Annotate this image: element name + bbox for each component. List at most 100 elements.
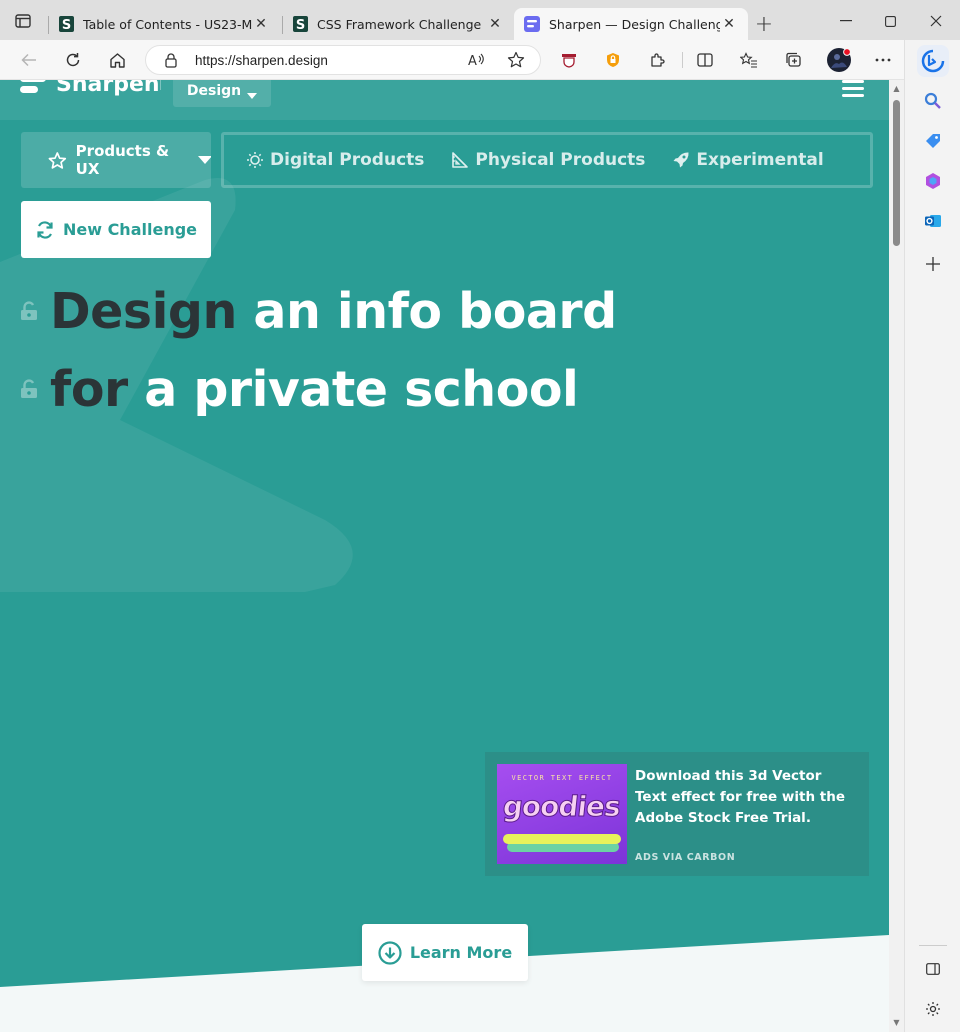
- tab-bar: S Table of Contents - US23-MI-34 ✕ S CSS…: [0, 0, 960, 40]
- tab-css-framework-challenge[interactable]: S CSS Framework Challenge ✕: [282, 8, 514, 40]
- minimize-button[interactable]: [823, 8, 869, 34]
- bing-chat-button[interactable]: [917, 45, 949, 77]
- msu-s-icon: S: [292, 16, 308, 32]
- extensions-button[interactable]: [642, 46, 672, 74]
- puzzle-icon: [651, 53, 665, 67]
- tab-title: Table of Contents - US23-MI-34: [83, 16, 252, 32]
- settings-more-button[interactable]: [868, 46, 898, 74]
- rocket-icon: [673, 152, 689, 168]
- design-dropdown-label: Design: [186, 83, 242, 99]
- favorites-button[interactable]: [734, 46, 764, 74]
- page-scrollbar[interactable]: ▲ ▼: [889, 80, 904, 1032]
- headline-line-2: for a private school: [20, 350, 617, 428]
- tab-separator: [48, 16, 49, 34]
- url-text: https://sharpen.design: [195, 53, 328, 68]
- headline-line-1: Design an info board: [20, 272, 617, 350]
- category-experimental[interactable]: Experimental: [672, 150, 824, 170]
- challenge-headline: Design an info board for a private schoo…: [20, 272, 617, 428]
- learn-more-label: Learn More: [409, 943, 513, 962]
- shopping-tag-icon: [926, 134, 940, 148]
- category-products-ux-dropdown[interactable]: Products & UX: [21, 132, 211, 188]
- learn-more-button[interactable]: Learn More: [362, 924, 528, 981]
- sharpen-logo-icon: [20, 80, 46, 93]
- sidebar-settings-button[interactable]: [920, 996, 946, 1022]
- home-button[interactable]: [102, 46, 132, 74]
- profile-button[interactable]: [824, 46, 854, 74]
- unlock-icon[interactable]: [20, 379, 38, 399]
- avatar: [827, 48, 851, 72]
- close-icon: [930, 15, 942, 27]
- outlook-icon: [925, 215, 941, 227]
- scroll-down-arrow-icon[interactable]: ▼: [892, 1018, 901, 1027]
- tab-title: CSS Framework Challenge: [317, 16, 482, 32]
- collections-icon: [785, 52, 801, 67]
- ad-image-title: goodies: [501, 790, 622, 824]
- extension-harvard-button[interactable]: [554, 46, 584, 74]
- back-arrow-icon: [21, 53, 36, 67]
- design-dropdown[interactable]: Design: [173, 80, 271, 107]
- toolbar-divider: [682, 52, 683, 68]
- extension-lock-button[interactable]: [598, 46, 628, 74]
- gear-icon: [926, 1002, 940, 1016]
- tab-close-icon[interactable]: ✕: [252, 15, 270, 33]
- new-challenge-button[interactable]: New Challenge: [21, 201, 211, 258]
- headline-text-1: an info board: [236, 282, 617, 340]
- category-selected-label: Products & UX: [75, 142, 170, 178]
- read-aloud-icon[interactable]: A: [468, 52, 486, 68]
- carbon-ad[interactable]: VECTOR TEXT EFFECT goodies Download this…: [485, 752, 869, 876]
- refresh-icon: [66, 53, 80, 67]
- category-tabs: Digital Products Physical Products Exper…: [221, 132, 873, 188]
- favorites-list-icon: [740, 52, 757, 68]
- arrow-down-circle-icon: [378, 940, 402, 965]
- set-square-icon: [452, 152, 469, 168]
- back-button[interactable]: [14, 46, 44, 74]
- svg-text:S: S: [295, 18, 304, 32]
- split-screen-button[interactable]: [690, 46, 720, 74]
- caret-down-icon: [197, 156, 211, 164]
- unlock-icon[interactable]: [20, 301, 38, 321]
- sharpen-logo[interactable]: Sharpen: [20, 80, 160, 97]
- ad-image[interactable]: VECTOR TEXT EFFECT goodies: [497, 764, 627, 864]
- favorite-star-icon[interactable]: [507, 51, 525, 69]
- bing-icon: [921, 49, 945, 73]
- scrollbar-thumb[interactable]: [893, 100, 900, 246]
- tab-close-icon[interactable]: ✕: [720, 15, 738, 33]
- tab-table-of-contents[interactable]: S Table of Contents - US23-MI-34 ✕: [48, 8, 280, 40]
- outlook-sidebar-button[interactable]: [920, 208, 946, 234]
- ads-via-carbon-link[interactable]: ADS VIA CARBON: [635, 852, 735, 863]
- headline-keyword-1: Design: [50, 282, 237, 340]
- svg-text:A: A: [468, 54, 477, 68]
- tab-close-icon[interactable]: ✕: [486, 15, 504, 33]
- site-header: Sharpen: [0, 80, 889, 120]
- category-digital-products[interactable]: Digital Products: [246, 150, 424, 170]
- maximize-button[interactable]: [867, 8, 913, 34]
- sidebar-divider: [919, 945, 947, 946]
- category-physical-products[interactable]: Physical Products: [451, 150, 645, 170]
- refresh-button[interactable]: [58, 46, 88, 74]
- search-sidebar-button[interactable]: [920, 88, 946, 114]
- ad-text[interactable]: Download this 3d Vector Text effect for …: [635, 766, 845, 829]
- copilot-sidebar-button[interactable]: [920, 168, 946, 194]
- hide-sidebar-button[interactable]: [920, 956, 946, 982]
- headline-keyword-2: for: [50, 360, 128, 418]
- tab-actions-button[interactable]: [10, 10, 36, 32]
- collections-button[interactable]: [778, 46, 808, 74]
- microsoft365-icon: [926, 173, 940, 189]
- minimize-icon: [840, 20, 852, 22]
- new-challenge-label: New Challenge: [62, 220, 198, 239]
- ad-image-caption: VECTOR TEXT EFFECT: [511, 774, 613, 782]
- scroll-up-arrow-icon[interactable]: ▲: [892, 84, 901, 93]
- search-icon: [924, 92, 941, 109]
- sharpen-icon: [524, 16, 540, 32]
- browser-toolbar: https://sharpen.design A: [0, 40, 960, 80]
- close-window-button[interactable]: [913, 8, 959, 34]
- shopping-sidebar-button[interactable]: [920, 128, 946, 154]
- new-tab-button[interactable]: +: [752, 12, 776, 37]
- sidebar-panel-icon: [926, 963, 940, 975]
- harvard-shield-icon: [562, 54, 576, 68]
- menu-button[interactable]: [842, 80, 864, 98]
- add-sidebar-app-button[interactable]: [920, 251, 946, 277]
- address-bar[interactable]: https://sharpen.design A: [145, 45, 541, 75]
- tab-sharpen[interactable]: Sharpen — Design Challenge G ✕: [514, 8, 748, 40]
- category-label: Experimental: [696, 150, 824, 170]
